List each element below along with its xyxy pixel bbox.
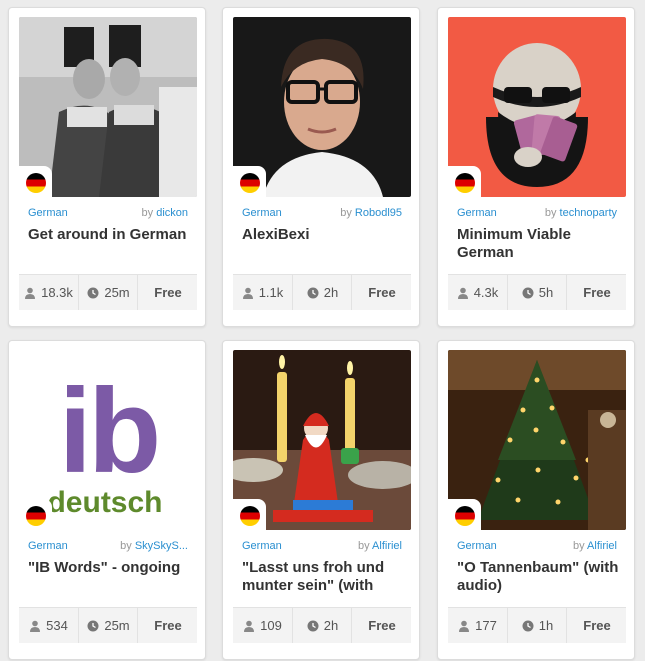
user-icon	[242, 287, 253, 299]
language-flag-badge	[233, 166, 266, 197]
author-link[interactable]: Robodl95	[355, 207, 402, 219]
course-stats: 4.3k 5h Free	[448, 274, 626, 310]
course-price: Free	[351, 608, 412, 643]
duration-value: 1h	[538, 618, 554, 633]
course-title[interactable]: Minimum Viable German	[457, 226, 619, 264]
german-flag-icon	[240, 506, 260, 526]
learners-count: 18.3k	[19, 275, 78, 310]
course-price: Free	[566, 608, 627, 643]
course-language-link[interactable]: German	[457, 540, 497, 552]
course-duration: 25m	[78, 275, 138, 310]
course-card[interactable]: German by technoparty Minimum Viable Ger…	[437, 7, 635, 327]
learners-value: 1.1k	[258, 285, 284, 300]
clock-icon	[307, 620, 319, 631]
course-language-link[interactable]: German	[242, 540, 282, 552]
deutsch-logo-text: deutsch	[47, 486, 162, 519]
clock-icon	[87, 620, 99, 631]
course-card[interactable]: German by Alfiriel "Lasst uns froh und m…	[222, 340, 420, 660]
author-prefix: by	[544, 207, 557, 219]
course-stats: 18.3k 25m Free	[19, 274, 197, 310]
user-icon	[459, 620, 470, 632]
author-prefix: by	[357, 540, 370, 552]
learners-count: 534	[19, 608, 78, 643]
german-flag-icon	[26, 173, 46, 193]
course-price: Free	[137, 275, 198, 310]
course-author: by Alfiriel	[358, 540, 402, 552]
learners-value: 4.3k	[473, 285, 499, 300]
learners-count: 177	[448, 608, 507, 643]
course-card[interactable]: ib deutsch German by SkySkyS... "IB Word…	[8, 340, 206, 660]
author-link[interactable]: SkySkyS...	[135, 540, 188, 552]
ib-logo-text: ib	[59, 364, 158, 498]
german-flag-icon	[240, 173, 260, 193]
course-duration: 1h	[507, 608, 567, 643]
author-prefix: by	[572, 540, 585, 552]
course-stats: 177 1h Free	[448, 607, 626, 643]
course-language-link[interactable]: German	[242, 207, 282, 219]
duration-value: 2h	[323, 285, 339, 300]
course-duration: 25m	[78, 608, 138, 643]
course-card[interactable]: German by Alfiriel "O Tannenbaum" (with …	[437, 340, 635, 660]
duration-value: 5h	[538, 285, 554, 300]
learners-count: 109	[233, 608, 292, 643]
course-author: by technoparty	[545, 207, 617, 219]
course-stats: 534 25m Free	[19, 607, 197, 643]
clock-icon	[87, 287, 99, 298]
course-price: Free	[137, 608, 198, 643]
clock-icon	[522, 620, 534, 631]
course-author: by SkySkyS...	[120, 540, 188, 552]
course-title[interactable]: Get around in German	[28, 226, 190, 264]
author-prefix: by	[340, 207, 352, 219]
author-link[interactable]: Alfiriel	[587, 540, 617, 552]
course-duration: 2h	[292, 608, 352, 643]
clock-icon	[307, 287, 319, 298]
course-duration: 2h	[292, 275, 352, 310]
german-flag-icon	[455, 506, 475, 526]
course-language-link[interactable]: German	[457, 207, 497, 219]
duration-value: 25m	[104, 618, 130, 633]
learners-value: 109	[260, 618, 282, 633]
learners-count: 1.1k	[233, 275, 292, 310]
language-flag-badge	[19, 499, 52, 530]
learners-value: 534	[46, 618, 68, 633]
course-card[interactable]: German by dickon Get around in German 18…	[8, 7, 206, 327]
learners-value: 177	[475, 618, 497, 633]
course-author: by Robodl95	[340, 207, 402, 219]
user-icon	[457, 287, 468, 299]
course-stats: 109 2h Free	[233, 607, 411, 643]
learners-value: 18.3k	[41, 285, 73, 300]
course-duration: 5h	[507, 275, 567, 310]
course-language-link[interactable]: German	[28, 207, 68, 219]
course-author: by dickon	[142, 207, 188, 219]
clock-icon	[522, 287, 534, 298]
course-price: Free	[566, 275, 627, 310]
course-price: Free	[351, 275, 412, 310]
course-title[interactable]: AlexiBexi	[242, 226, 404, 264]
course-title[interactable]: "Lasst uns froh und munter sein" (with	[242, 559, 404, 597]
user-icon	[25, 287, 36, 299]
german-flag-icon	[455, 173, 475, 193]
language-flag-badge	[448, 499, 481, 530]
course-card[interactable]: German by Robodl95 AlexiBexi 1.1k 2h Fre…	[222, 7, 420, 327]
author-prefix: by	[141, 207, 154, 219]
course-title[interactable]: "O Tannenbaum" (with audio)	[457, 559, 619, 597]
duration-value: 2h	[323, 618, 339, 633]
author-link[interactable]: technoparty	[560, 207, 617, 219]
learners-count: 4.3k	[448, 275, 507, 310]
user-icon	[244, 620, 255, 632]
author-link[interactable]: Alfiriel	[372, 540, 402, 552]
course-author: by Alfiriel	[573, 540, 617, 552]
duration-value: 25m	[104, 285, 130, 300]
language-flag-badge	[448, 166, 481, 197]
course-title[interactable]: "IB Words" - ongoing	[28, 559, 190, 597]
german-flag-icon	[26, 506, 46, 526]
course-stats: 1.1k 2h Free	[233, 274, 411, 310]
language-flag-badge	[233, 499, 266, 530]
author-prefix: by	[120, 540, 132, 552]
user-icon	[30, 620, 41, 632]
language-flag-badge	[19, 166, 52, 197]
course-language-link[interactable]: German	[28, 540, 68, 552]
author-link[interactable]: dickon	[156, 207, 188, 219]
